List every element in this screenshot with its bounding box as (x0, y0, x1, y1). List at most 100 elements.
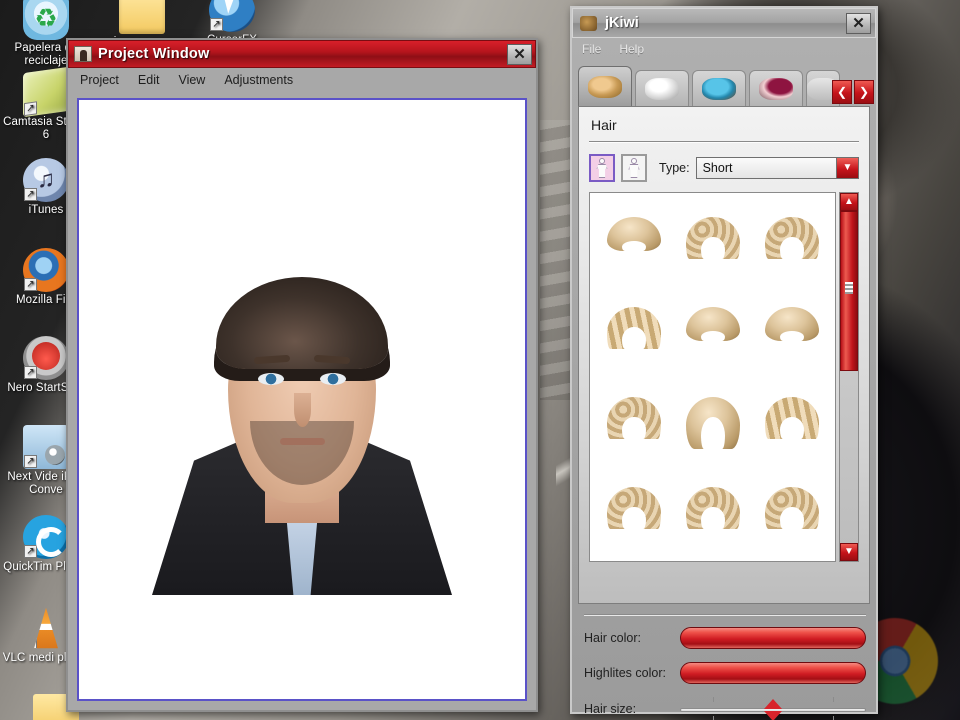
hair-color-swatch[interactable] (680, 627, 866, 649)
hair-thumbnail-icon (682, 481, 744, 543)
hair-type-value: Short (702, 161, 733, 175)
hair-size-slider[interactable] (680, 697, 866, 720)
jkiwi-app-icon (580, 15, 597, 31)
jkiwi-window[interactable]: jKiwi ✕ File Help ❮ ❯ Hair Type: Short ▼… (570, 6, 878, 720)
cursorfx-icon: ↗ (209, 0, 255, 32)
jkiwi-title: jKiwi (605, 15, 639, 31)
chevron-down-icon[interactable]: ▼ (836, 158, 858, 178)
tab-blush[interactable] (749, 70, 803, 106)
hair-icon (588, 75, 622, 98)
menu-item-edit[interactable]: Edit (138, 73, 160, 87)
portrait-nose (294, 393, 311, 427)
slider-tick (713, 716, 715, 720)
hair-settings: Hair color: Highlites color: Hair size: (584, 614, 866, 720)
blush-icon (759, 77, 793, 100)
hair-style-item[interactable] (752, 197, 831, 287)
highlites-color-label: Highlites color: (584, 666, 666, 680)
tab-hair[interactable] (578, 66, 632, 106)
jkiwi-titlebar[interactable]: jKiwi ✕ (572, 8, 876, 38)
panel-divider (589, 141, 859, 142)
gender-toggle-female[interactable] (589, 154, 615, 182)
close-icon[interactable]: ✕ (846, 12, 871, 34)
scrollbar-thumb[interactable] (840, 211, 858, 371)
chevron-left-icon[interactable]: ❮ (832, 80, 852, 104)
quicktime-icon: ↗ (23, 515, 69, 559)
slider-tick (713, 697, 715, 702)
menu-item-file[interactable]: File (582, 42, 601, 56)
hair-gallery[interactable] (589, 192, 836, 562)
shortcut-arrow-icon: ↗ (24, 545, 37, 558)
shortcut-arrow-icon: ↗ (24, 455, 37, 468)
firefox-icon: ↗ (23, 248, 69, 292)
hair-type-select[interactable]: Short ▼ (695, 157, 859, 179)
scrollbar-grip-icon (845, 282, 853, 294)
tab-eyeshadow[interactable] (692, 70, 746, 106)
highlites-color-swatch[interactable] (680, 662, 866, 684)
hair-style-item[interactable] (594, 287, 673, 377)
hair-style-item[interactable] (673, 197, 752, 287)
hair-color-row: Hair color: (584, 627, 866, 649)
cream-icon (645, 77, 679, 100)
hair-style-item[interactable] (673, 287, 752, 377)
slider-tick (832, 716, 834, 720)
shortcut-arrow-icon: ↗ (24, 278, 37, 291)
menu-item-project[interactable]: Project (80, 73, 119, 87)
project-window-menubar[interactable]: Project Edit View Adjustments (68, 68, 536, 92)
scroll-down-icon[interactable]: ▼ (840, 543, 858, 561)
portrait-photo (79, 174, 525, 699)
menu-item-help[interactable]: Help (619, 42, 644, 56)
portrait-eye-right (320, 373, 346, 385)
slider-tick (832, 697, 834, 702)
shortcut-arrow-icon: ↗ (210, 18, 223, 31)
chevron-right-icon[interactable]: ❯ (854, 80, 874, 104)
scroll-up-icon[interactable]: ▲ (840, 193, 858, 211)
hair-style-item[interactable] (752, 287, 831, 377)
menu-item-view[interactable]: View (178, 73, 205, 87)
hair-gallery-container: ▲ ▼ (589, 192, 859, 562)
settings-divider (584, 614, 866, 615)
project-window[interactable]: Project Window ✕ Project Edit View Adjus… (66, 38, 538, 712)
gender-toggle-male[interactable] (621, 154, 647, 182)
hair-panel: Hair Type: Short ▼ ▲ ▼ (578, 106, 870, 604)
menu-item-adjustments[interactable]: Adjustments (224, 73, 293, 87)
slider-handle[interactable] (764, 699, 782, 720)
close-icon[interactable]: ✕ (507, 43, 532, 65)
portrait-eye-left (258, 373, 284, 385)
hair-thumbnail-icon (603, 301, 665, 363)
jkiwi-menubar[interactable]: File Help (572, 38, 876, 60)
portrait-mouth (280, 438, 325, 445)
hair-style-item[interactable] (673, 377, 752, 467)
nero-icon: ↗ (23, 336, 69, 380)
hair-style-item[interactable] (594, 377, 673, 467)
shortcut-arrow-icon: ↗ (24, 188, 37, 201)
tab-nav-group[interactable]: ❮ ❯ (832, 80, 874, 104)
camtasia-icon: ↗ (23, 66, 69, 118)
male-figure-icon (628, 158, 641, 178)
hair-style-item[interactable] (594, 197, 673, 287)
hair-style-item[interactable] (752, 467, 831, 557)
hair-style-item[interactable] (673, 467, 752, 557)
hair-thumbnail-icon (603, 481, 665, 543)
canvas-container (68, 92, 536, 710)
folder-icon (119, 0, 165, 34)
project-canvas[interactable] (77, 98, 527, 701)
gallery-scrollbar[interactable]: ▲ ▼ (839, 192, 859, 562)
shortcut-arrow-icon: ↗ (24, 366, 37, 379)
video-convert-icon: ↗ (23, 425, 69, 469)
scrollbar-track[interactable] (840, 211, 858, 543)
jkiwi-tab-bar[interactable]: ❮ ❯ (578, 64, 874, 106)
project-window-titlebar[interactable]: Project Window ✕ (68, 40, 536, 68)
project-window-title: Project Window (98, 46, 210, 62)
hair-thumbnail-icon (603, 391, 665, 453)
highlites-color-row: Highlites color: (584, 662, 866, 684)
hair-thumbnail-icon (761, 481, 823, 543)
eyeshadow-icon (702, 77, 736, 100)
hair-style-item[interactable] (594, 467, 673, 557)
female-figure-icon (596, 158, 609, 178)
tab-skin[interactable] (635, 70, 689, 106)
hair-type-row: Type: Short ▼ (589, 154, 859, 182)
desktop: Papelera de reciclaje juegos pes ↗ Curso… (0, 0, 960, 720)
panel-title: Hair (591, 117, 617, 133)
hair-style-item[interactable] (752, 377, 831, 467)
hair-thumbnail-icon (682, 391, 744, 453)
